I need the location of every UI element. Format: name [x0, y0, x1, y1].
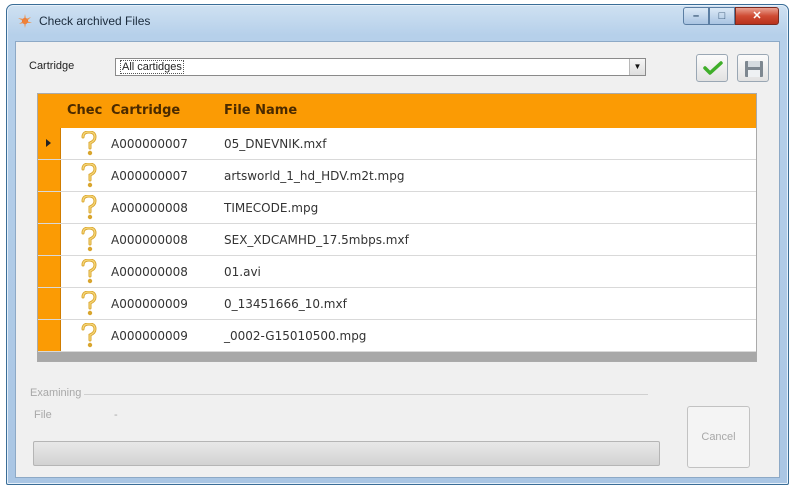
row-selector[interactable]: [38, 256, 61, 287]
row-selector[interactable]: [38, 320, 61, 351]
minimize-button[interactable]: –: [683, 7, 709, 25]
row-file-name: TIMECODE.mpg: [224, 201, 319, 215]
dialog-window: Check archived Files – □ ✕ Cartridge All…: [6, 4, 789, 485]
question-mark-icon[interactable]: [80, 291, 98, 317]
grid-rows: A000000007 05_DNEVNIK.mxf A000000007 art…: [38, 128, 756, 352]
dialog-client-area: Cartridge All cartidges ▼ Chec Cartridge…: [15, 41, 780, 478]
column-header-check[interactable]: Chec: [67, 103, 102, 118]
files-grid: Chec Cartridge File Name A000000007 05_D…: [37, 93, 757, 362]
sparkle-icon: [18, 14, 32, 28]
row-selector[interactable]: [38, 224, 61, 255]
row-file-name: SEX_XDCAMHD_17.5mbps.mxf: [224, 233, 409, 247]
question-mark-icon[interactable]: [80, 195, 98, 221]
check-button[interactable]: [696, 54, 728, 82]
row-file-name: artsworld_1_hd_HDV.m2t.mpg: [224, 169, 405, 183]
row-selector[interactable]: [38, 160, 61, 191]
table-row[interactable]: A000000008 TIMECODE.mpg: [38, 192, 756, 224]
grid-header: Chec Cartridge File Name: [38, 94, 756, 129]
table-row[interactable]: A000000008 01.avi: [38, 256, 756, 288]
table-row[interactable]: A000000009 0_13451666_10.mxf: [38, 288, 756, 320]
question-mark-icon[interactable]: [80, 323, 98, 349]
examining-legend: Examining: [30, 387, 85, 399]
table-row[interactable]: A000000007 05_DNEVNIK.mxf: [38, 128, 756, 160]
row-file-name: _0002-G15010500.mpg: [224, 329, 367, 343]
window-title: Check archived Files: [39, 14, 151, 28]
title-bar[interactable]: Check archived Files – □ ✕: [7, 5, 788, 37]
cancel-button[interactable]: Cancel: [687, 406, 750, 468]
table-row[interactable]: A000000007 artsworld_1_hd_HDV.m2t.mpg: [38, 160, 756, 192]
row-cartridge: A000000008: [111, 233, 188, 247]
question-mark-icon[interactable]: [80, 227, 98, 253]
cartridge-label: Cartridge: [29, 60, 75, 72]
maximize-icon: □: [718, 10, 726, 22]
cartridge-select[interactable]: All cartidges ▼: [115, 58, 646, 76]
row-file-name: 0_13451666_10.mxf: [224, 297, 347, 311]
row-cartridge: A000000007: [111, 137, 188, 151]
table-row[interactable]: A000000009 _0002-G15010500.mpg: [38, 320, 756, 352]
question-mark-icon[interactable]: [80, 259, 98, 285]
question-mark-icon[interactable]: [80, 131, 98, 157]
row-selector[interactable]: [38, 288, 61, 319]
close-button[interactable]: ✕: [735, 7, 779, 25]
row-file-name: 01.avi: [224, 265, 261, 279]
row-cartridge: A000000009: [111, 297, 188, 311]
file-value: -: [114, 409, 118, 421]
maximize-button[interactable]: □: [709, 7, 735, 25]
table-row[interactable]: A000000008 SEX_XDCAMHD_17.5mbps.mxf: [38, 224, 756, 256]
progress-bar: [33, 441, 660, 466]
row-cartridge: A000000007: [111, 169, 188, 183]
checkmark-icon: [703, 61, 723, 75]
column-header-file-name[interactable]: File Name: [224, 103, 297, 118]
file-label: File: [34, 409, 52, 421]
close-icon: ✕: [752, 10, 762, 22]
save-button[interactable]: [737, 54, 769, 82]
row-cartridge: A000000008: [111, 265, 188, 279]
cartridge-select-value: All cartidges: [120, 60, 184, 74]
column-header-cartridge[interactable]: Cartridge: [111, 103, 180, 118]
floppy-disk-icon: [745, 61, 763, 77]
row-selector[interactable]: [38, 128, 61, 159]
question-mark-icon[interactable]: [80, 163, 98, 189]
row-selector[interactable]: [38, 192, 61, 223]
row-file-name: 05_DNEVNIK.mxf: [224, 137, 327, 151]
chevron-down-icon[interactable]: ▼: [629, 59, 645, 75]
minimize-icon: –: [692, 10, 700, 22]
row-cartridge: A000000009: [111, 329, 188, 343]
current-row-arrow-icon: [46, 139, 51, 147]
row-cartridge: A000000008: [111, 201, 188, 215]
